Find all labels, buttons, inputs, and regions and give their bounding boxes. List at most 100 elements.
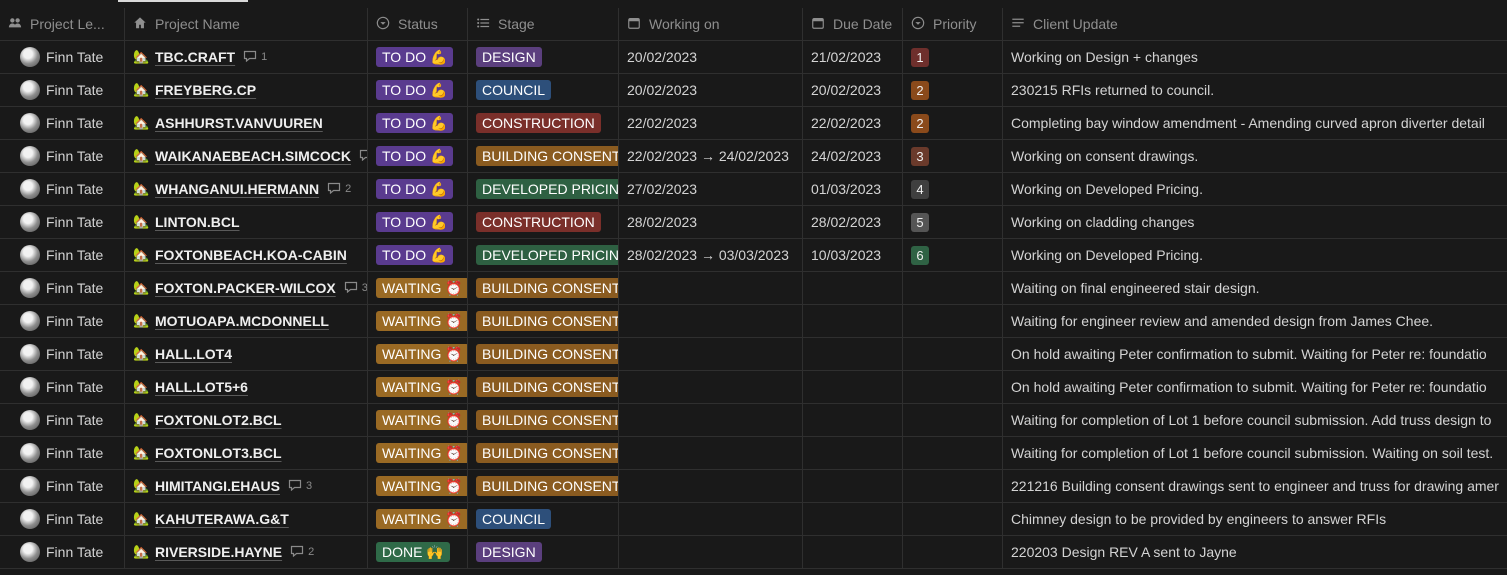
stage-cell[interactable]: DESIGN	[468, 41, 619, 73]
due-date-cell[interactable]	[803, 437, 903, 469]
project-name-cell[interactable]: 🏡 FOXTONLOT2.BCL	[125, 404, 368, 436]
working-on-cell[interactable]: 28/02/2023 → 03/03/2023	[619, 239, 803, 271]
priority-cell[interactable]: 4	[903, 173, 1003, 205]
table-row[interactable]: Finn Tate 🏡 LINTON.BCL TO DO 💪 CONSTRUCTION 2…	[0, 206, 1507, 239]
project-name-cell[interactable]: 🏡 FOXTONLOT3.BCL	[125, 437, 368, 469]
project-lead-cell[interactable]: Finn Tate	[0, 107, 125, 139]
project-lead-cell[interactable]: Finn Tate	[0, 173, 125, 205]
table-row[interactable]: Finn Tate 🏡 WHANGANUI.HERMANN 2 TO DO 💪 DEVEL…	[0, 173, 1507, 206]
working-on-cell[interactable]	[619, 338, 803, 370]
priority-cell[interactable]	[903, 371, 1003, 403]
project-name-link[interactable]: TBC.CRAFT	[155, 49, 235, 65]
project-name-cell[interactable]: 🏡 RIVERSIDE.HAYNE 2	[125, 536, 368, 568]
priority-cell[interactable]	[903, 338, 1003, 370]
working-on-cell[interactable]	[619, 470, 803, 502]
working-on-cell[interactable]	[619, 437, 803, 469]
stage-cell[interactable]: CONSTRUCTION	[468, 206, 619, 238]
project-lead-cell[interactable]: Finn Tate	[0, 140, 125, 172]
status-cell[interactable]: TO DO 💪	[368, 41, 468, 73]
project-lead-cell[interactable]: Finn Tate	[0, 74, 125, 106]
stage-cell[interactable]: BUILDING CONSENT	[468, 338, 619, 370]
due-date-cell[interactable]: 21/02/2023	[803, 41, 903, 73]
client-update-cell[interactable]: 221216 Building consent drawings sent to…	[1003, 470, 1507, 502]
comment-count[interactable]: 3	[288, 479, 312, 494]
status-cell[interactable]: WAITING ⏰	[368, 338, 468, 370]
priority-cell[interactable]	[903, 305, 1003, 337]
client-update-cell[interactable]: Completing bay window amendment - Amendi…	[1003, 107, 1507, 139]
stage-cell[interactable]: DEVELOPED PRICING	[468, 173, 619, 205]
client-update-cell[interactable]: Chimney design to be provided by enginee…	[1003, 503, 1507, 535]
project-lead-cell[interactable]: Finn Tate	[0, 536, 125, 568]
stage-cell[interactable]: DEVELOPED PRICING	[468, 239, 619, 271]
project-name-link[interactable]: WHANGANUI.HERMANN	[155, 181, 319, 197]
working-on-cell[interactable]: 20/02/2023	[619, 74, 803, 106]
header-stage[interactable]: Stage	[468, 8, 619, 40]
stage-cell[interactable]: BUILDING CONSENT	[468, 470, 619, 502]
stage-cell[interactable]: COUNCIL	[468, 74, 619, 106]
client-update-cell[interactable]: Waiting on final engineered stair design…	[1003, 272, 1507, 304]
table-row[interactable]: Finn Tate 🏡 FOXTONLOT3.BCL WAITING ⏰ BUILDIN…	[0, 437, 1507, 470]
client-update-cell[interactable]: Waiting for completion of Lot 1 before c…	[1003, 437, 1507, 469]
client-update-cell[interactable]: Working on consent drawings.	[1003, 140, 1507, 172]
client-update-cell[interactable]: Waiting for completion of Lot 1 before c…	[1003, 404, 1507, 436]
header-status[interactable]: Status	[368, 8, 468, 40]
table-row[interactable]: Finn Tate 🏡 HIMITANGI.EHAUS 3 WAITING ⏰ BUILD…	[0, 470, 1507, 503]
project-lead-cell[interactable]: Finn Tate	[0, 272, 125, 304]
due-date-cell[interactable]	[803, 371, 903, 403]
working-on-cell[interactable]: 27/02/2023	[619, 173, 803, 205]
project-lead-cell[interactable]: Finn Tate	[0, 206, 125, 238]
due-date-cell[interactable]	[803, 404, 903, 436]
client-update-cell[interactable]: On hold awaiting Peter confirmation to s…	[1003, 371, 1507, 403]
due-date-cell[interactable]	[803, 305, 903, 337]
working-on-cell[interactable]: 20/02/2023	[619, 41, 803, 73]
project-lead-cell[interactable]: Finn Tate	[0, 404, 125, 436]
project-name-cell[interactable]: 🏡 HALL.LOT5+6	[125, 371, 368, 403]
due-date-cell[interactable]: 24/02/2023	[803, 140, 903, 172]
due-date-cell[interactable]	[803, 536, 903, 568]
due-date-cell[interactable]: 22/02/2023	[803, 107, 903, 139]
stage-cell[interactable]: BUILDING CONSENT	[468, 272, 619, 304]
stage-cell[interactable]: DESIGN	[468, 536, 619, 568]
priority-cell[interactable]	[903, 503, 1003, 535]
project-lead-cell[interactable]: Finn Tate	[0, 371, 125, 403]
priority-cell[interactable]: 6	[903, 239, 1003, 271]
status-cell[interactable]: WAITING ⏰	[368, 371, 468, 403]
project-name-link[interactable]: MOTUOAPA.MCDONNELL	[155, 313, 329, 329]
project-name-cell[interactable]: 🏡 TBC.CRAFT 1	[125, 41, 368, 73]
project-name-link[interactable]: FOXTONLOT3.BCL	[155, 445, 282, 461]
working-on-cell[interactable]	[619, 371, 803, 403]
comment-count[interactable]: 2	[327, 182, 351, 197]
status-cell[interactable]: WAITING ⏰	[368, 404, 468, 436]
client-update-cell[interactable]: 220203 Design REV A sent to Jayne	[1003, 536, 1507, 568]
project-name-link[interactable]: KAHUTERAWA.G&T	[155, 511, 289, 527]
due-date-cell[interactable]	[803, 272, 903, 304]
client-update-cell[interactable]: Waiting for engineer review and amended …	[1003, 305, 1507, 337]
status-cell[interactable]: WAITING ⏰	[368, 305, 468, 337]
project-lead-cell[interactable]: Finn Tate	[0, 41, 125, 73]
project-name-cell[interactable]: 🏡 MOTUOAPA.MCDONNELL	[125, 305, 368, 337]
header-project-lead[interactable]: Project Le...	[0, 8, 125, 40]
due-date-cell[interactable]: 10/03/2023	[803, 239, 903, 271]
due-date-cell[interactable]: 20/02/2023	[803, 74, 903, 106]
status-cell[interactable]: WAITING ⏰	[368, 470, 468, 502]
table-row[interactable]: Finn Tate 🏡 FOXTON.PACKER-WILCOX 3 WAITING ⏰…	[0, 272, 1507, 305]
status-cell[interactable]: TO DO 💪	[368, 173, 468, 205]
project-name-link[interactable]: RIVERSIDE.HAYNE	[155, 544, 282, 560]
header-priority[interactable]: Priority	[903, 8, 1003, 40]
header-client-update[interactable]: Client Update	[1003, 8, 1507, 40]
project-name-cell[interactable]: 🏡 FOXTON.PACKER-WILCOX 3	[125, 272, 368, 304]
table-row[interactable]: Finn Tate 🏡 HALL.LOT5+6 WAITING ⏰ BUILDING C…	[0, 371, 1507, 404]
working-on-cell[interactable]: 22/02/2023	[619, 107, 803, 139]
priority-cell[interactable]: 3	[903, 140, 1003, 172]
stage-cell[interactable]: BUILDING CONSENT	[468, 404, 619, 436]
stage-cell[interactable]: CONSTRUCTION	[468, 107, 619, 139]
stage-cell[interactable]: BUILDING CONSENT	[468, 305, 619, 337]
header-due-date[interactable]: Due Date	[803, 8, 903, 40]
project-name-cell[interactable]: 🏡 FREYBERG.CP	[125, 74, 368, 106]
working-on-cell[interactable]	[619, 536, 803, 568]
project-name-link[interactable]: FOXTONLOT2.BCL	[155, 412, 282, 428]
priority-cell[interactable]	[903, 437, 1003, 469]
table-row[interactable]: Finn Tate 🏡 FOXTONLOT2.BCL WAITING ⏰ BUILDIN…	[0, 404, 1507, 437]
project-name-cell[interactable]: 🏡 WHANGANUI.HERMANN 2	[125, 173, 368, 205]
working-on-cell[interactable]	[619, 404, 803, 436]
